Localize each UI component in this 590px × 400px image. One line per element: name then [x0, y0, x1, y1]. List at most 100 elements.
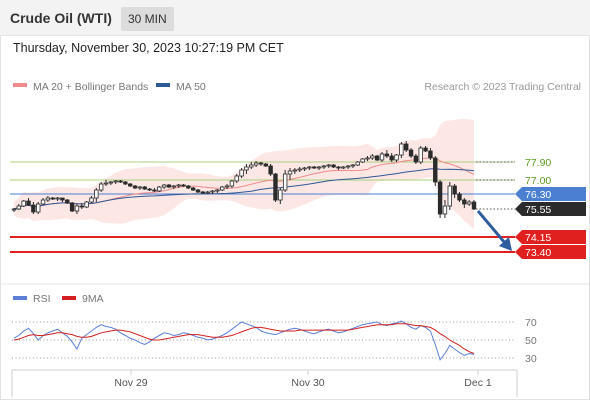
level-label-resistance: 77.90: [525, 157, 551, 169]
candle: [65, 199, 70, 204]
legend-9ma-label: 9MA: [82, 293, 104, 305]
candle-body: [26, 200, 31, 206]
candle-body: [157, 186, 162, 192]
candle: [220, 186, 225, 191]
candle-body: [161, 184, 167, 188]
candle: [418, 146, 423, 164]
level-label-current: 75.55: [525, 204, 551, 216]
x-tick-label: Nov 30: [291, 377, 324, 389]
candle-body: [466, 201, 472, 205]
candle-body: [384, 153, 390, 157]
candle-body: [16, 205, 22, 210]
candle-body: [152, 189, 157, 192]
candle-body: [423, 147, 428, 152]
candle-body: [147, 188, 152, 191]
candle-body: [350, 164, 356, 167]
x-axis-ticks: Nov 29 Nov 30 Dec 1: [114, 370, 492, 389]
candle-body: [244, 166, 249, 171]
legend-ma50-swatch: [156, 83, 170, 87]
candle-body: [437, 181, 443, 215]
candle-body: [40, 199, 46, 205]
candle: [166, 184, 172, 188]
candle-body: [84, 201, 89, 208]
candle-body: [234, 175, 239, 182]
legend-9ma-swatch: [62, 296, 76, 300]
candle-body: [98, 183, 104, 191]
candle-body: [312, 166, 317, 169]
candle-body: [181, 184, 186, 187]
candle-body: [132, 185, 138, 189]
candle-body: [316, 166, 322, 169]
candle-body: [258, 162, 264, 165]
candle-body: [360, 158, 365, 163]
candle-body: [31, 204, 36, 213]
candle-body: [336, 166, 341, 169]
level-label-support: 74.15: [525, 232, 551, 244]
candle-body: [370, 155, 375, 159]
candle: [447, 182, 452, 210]
candle: [268, 164, 273, 176]
candle-body: [428, 150, 433, 159]
candle-body: [471, 201, 477, 210]
candle: [273, 173, 278, 202]
candle-body: [190, 187, 196, 191]
candle: [433, 156, 438, 186]
candle-body: [142, 186, 147, 190]
bollinger-band-area: [14, 118, 474, 230]
candle-body: [452, 185, 457, 195]
candle: [157, 186, 162, 192]
candle: [437, 180, 443, 218]
candle: [374, 155, 380, 161]
level-label-resistance: 77.00: [525, 175, 551, 187]
candle-body: [21, 200, 26, 207]
candle-body: [176, 184, 181, 187]
candle-body: [326, 164, 331, 167]
candle-body: [404, 143, 409, 151]
candle-body: [118, 180, 123, 183]
candle: [195, 189, 201, 193]
candle-body: [60, 197, 65, 201]
candle-body: [302, 167, 307, 170]
candle: [190, 187, 196, 191]
candle-body: [50, 197, 55, 200]
candle: [142, 186, 147, 190]
candle-body: [447, 185, 452, 207]
copyright-text: Research © 2023 Trading Central: [424, 81, 581, 93]
candle-body: [321, 165, 327, 168]
candle: [186, 185, 191, 189]
rsi-tick-label: 50: [525, 335, 537, 347]
candle-body: [263, 163, 268, 167]
candle-body: [103, 182, 109, 185]
candle-body: [220, 186, 225, 191]
candle: [123, 181, 128, 185]
candle-body: [341, 166, 346, 169]
candle-body: [442, 205, 448, 215]
candle-body: [108, 181, 114, 184]
candle: [36, 202, 41, 214]
legend-rsi-swatch: [13, 296, 27, 300]
x-tick-label: Nov 29: [114, 377, 147, 389]
candle-body: [345, 165, 351, 168]
candle-body: [186, 185, 191, 189]
candle-body: [273, 173, 278, 201]
candle-body: [94, 189, 99, 199]
candle: [21, 200, 26, 207]
candle-body: [123, 181, 128, 185]
candle-body: [394, 154, 399, 161]
candle: [360, 158, 365, 163]
forecast-arrow-shaft: [476, 210, 507, 244]
candle: [128, 183, 133, 187]
candle-body: [239, 169, 244, 177]
rsi-tick-label: 30: [525, 353, 537, 365]
rsi-line: [13, 320, 475, 361]
candle-body: [268, 165, 273, 175]
rsi-ma-line: [13, 323, 475, 354]
candle: [132, 185, 138, 189]
chart-canvas: MA 20 + Bollinger Bands MA 50 Research ©…: [0, 81, 590, 397]
candle: [263, 163, 268, 167]
candle-body: [282, 173, 288, 191]
candle-body: [69, 202, 75, 212]
candle: [84, 201, 89, 208]
candle-body: [224, 185, 230, 188]
candle-body: [205, 191, 210, 194]
